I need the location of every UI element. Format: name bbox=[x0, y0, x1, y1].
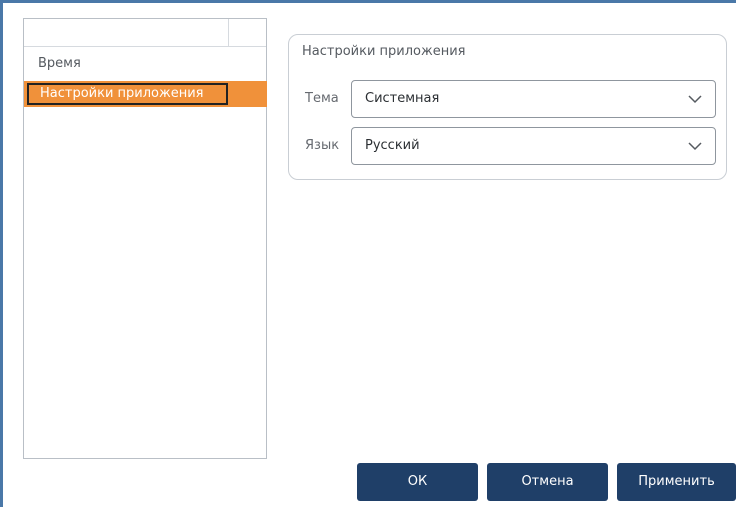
apply-button[interactable]: Применить bbox=[617, 463, 736, 501]
theme-select[interactable]: Системная bbox=[351, 80, 716, 118]
nav-item-label: Настройки приложения bbox=[27, 83, 228, 105]
cancel-button[interactable]: Отмена bbox=[487, 463, 608, 501]
language-select-value: Русский bbox=[365, 138, 420, 153]
ok-button[interactable]: ОК bbox=[357, 463, 478, 501]
theme-select-value: Системная bbox=[365, 91, 440, 106]
nav-item-app-settings[interactable]: Настройки приложения bbox=[24, 81, 267, 107]
chevron-down-icon bbox=[688, 95, 702, 104]
nav-item-time[interactable]: Время bbox=[24, 52, 267, 76]
theme-label: Тема bbox=[305, 91, 339, 106]
language-label: Язык bbox=[305, 138, 340, 153]
header-divider bbox=[228, 19, 229, 47]
app-settings-group: Настройки приложения Тема Системная Язык… bbox=[288, 34, 727, 180]
chevron-down-icon bbox=[688, 142, 702, 151]
nav-item-label: Время bbox=[38, 56, 81, 71]
settings-category-list: Время Настройки приложения bbox=[23, 18, 267, 459]
list-header bbox=[24, 19, 266, 47]
settings-dialog: Время Настройки приложения Настройки при… bbox=[0, 0, 736, 507]
language-select[interactable]: Русский bbox=[351, 127, 716, 165]
group-title: Настройки приложения bbox=[302, 44, 466, 59]
